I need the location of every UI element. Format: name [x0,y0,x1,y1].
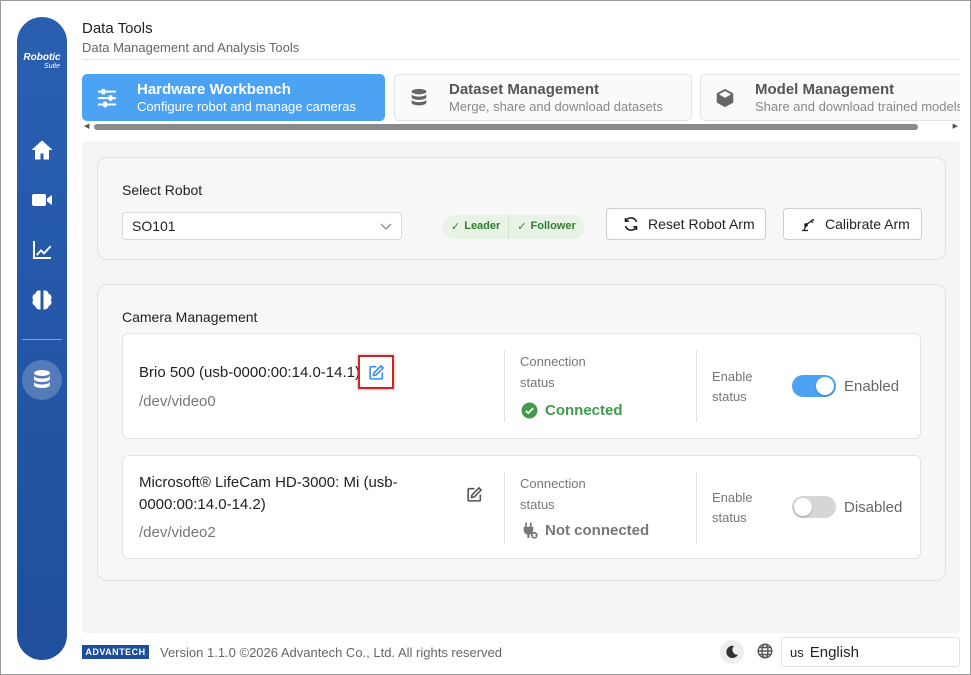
tab-description: Share and download trained models [755,98,960,114]
theme-toggle-button[interactable] [720,640,744,664]
toggle-label: Disabled [844,499,903,516]
column-divider [696,350,697,422]
language-name: English [809,644,859,661]
robot-select-value: SO101 [132,218,176,234]
cube-icon [716,88,734,107]
connection-status-label: Connection status [520,354,586,390]
camera-section: Camera Management Brio 500 (usb-0000:00:… [97,284,946,581]
tab-dataset-management[interactable]: Dataset Management Merge, share and down… [394,74,692,121]
connection-status-label: Connection status [520,476,586,512]
database-icon [34,370,50,388]
tab-hardware-workbench[interactable]: Hardware Workbench Configure robot and m… [82,74,385,121]
tab-description: Configure robot and manage cameras [137,98,356,114]
connection-status: Not connected [521,522,649,539]
language-code: us [790,645,804,660]
check-icon: ✓ [451,221,461,233]
edit-camera-name-button[interactable] [365,361,387,383]
sliders-icon [97,88,117,107]
arm-status-badges: ✓ Leader ✓ Follower [443,215,584,239]
camera-device-path: /dev/video0 [139,393,216,410]
toggle-knob [794,498,812,516]
chevron-down-icon [380,223,392,231]
enable-status-label: Enable status [712,369,753,404]
chart-icon [33,241,52,259]
version-text: Version 1.1.0 ©2026 Advantech Co., Ltd. … [160,645,503,660]
follower-badge: ✓ Follower [508,215,583,239]
scroll-left-arrow-icon[interactable]: ◀ [84,123,89,131]
sidebar-item-data-tools[interactable] [22,360,62,400]
robot-arm-icon [802,218,815,232]
sidebar: Robotic Suite [17,17,67,660]
sidebar-item-home[interactable] [27,135,57,165]
camera-row: Microsoft® LifeCam HD-3000: Mi (usb- 000… [122,455,921,559]
calibrate-arm-button[interactable]: Calibrate Arm [783,208,922,240]
enable-status-label: Enable status [712,490,753,525]
moon-icon [726,645,738,659]
column-divider [504,350,505,422]
toggle-label: Enabled [844,378,900,395]
home-icon [31,140,53,160]
tab-title: Hardware Workbench [137,80,291,98]
enable-toggle[interactable] [792,496,836,518]
section-title: Select Robot [122,182,203,198]
language-select[interactable]: us English [781,637,960,667]
robot-section: Select Robot SO101 ✓ Leader ✓ Follower Res… [97,157,946,260]
tab-title: Dataset Management [449,80,600,98]
brain-icon [32,290,52,310]
button-label: Reset Robot Arm [648,216,755,232]
edit-icon [466,486,482,502]
scrollbar-thumb[interactable] [94,124,918,130]
column-divider [504,472,505,544]
column-divider [696,472,697,544]
advantech-logo: ADVANTECH [82,645,149,659]
language-globe [757,643,775,661]
tab-scrollbar[interactable]: ◀ ▶ [82,123,960,131]
page-subtitle: Data Management and Analysis Tools [82,40,300,55]
edit-camera-name-button[interactable] [463,483,485,505]
sidebar-item-brain[interactable] [27,285,57,315]
tab-bar: Hardware Workbench Configure robot and m… [82,74,960,122]
scroll-right-arrow-icon[interactable]: ▶ [953,123,958,131]
page-title: Data Tools [82,20,153,37]
camera-name: Microsoft® LifeCam HD-3000: Mi (usb- 000… [139,474,398,513]
edit-icon [368,364,384,380]
camera-row: Brio 500 (usb-0000:00:14.0-14.1) /dev/vi… [122,333,921,439]
database-icon [411,88,427,105]
tab-description: Merge, share and download datasets [449,98,663,114]
camera-name: Brio 500 (usb-0000:00:14.0-14.1) [139,364,360,381]
enable-toggle[interactable] [792,375,836,397]
logo-subtext: Suite [44,63,60,70]
app-logo: Robotic Suite [20,53,64,71]
sidebar-item-video[interactable] [27,185,57,215]
header-divider [82,59,960,60]
unplugged-icon [523,522,538,539]
leader-badge: ✓ Leader [451,220,501,233]
video-camera-icon [32,194,52,206]
sidebar-item-chart[interactable] [27,235,57,265]
button-label: Calibrate Arm [825,216,910,232]
main-panel: Select Robot SO101 ✓ Leader ✓ Follower Res… [82,141,960,633]
reset-robot-arm-button[interactable]: Reset Robot Arm [606,208,766,240]
tab-model-management[interactable]: Model Management Share and download trai… [700,74,960,121]
section-title: Camera Management [122,309,258,325]
refresh-icon [624,217,638,231]
sidebar-divider [22,339,62,340]
check-icon: ✓ [517,221,527,233]
robot-select[interactable]: SO101 [122,212,402,240]
tab-title: Model Management [755,80,895,98]
check-circle-icon [521,402,538,419]
globe-icon [757,643,773,659]
connection-status: Connected [521,402,623,419]
camera-device-path: /dev/video2 [139,524,216,541]
toggle-knob [816,377,834,395]
